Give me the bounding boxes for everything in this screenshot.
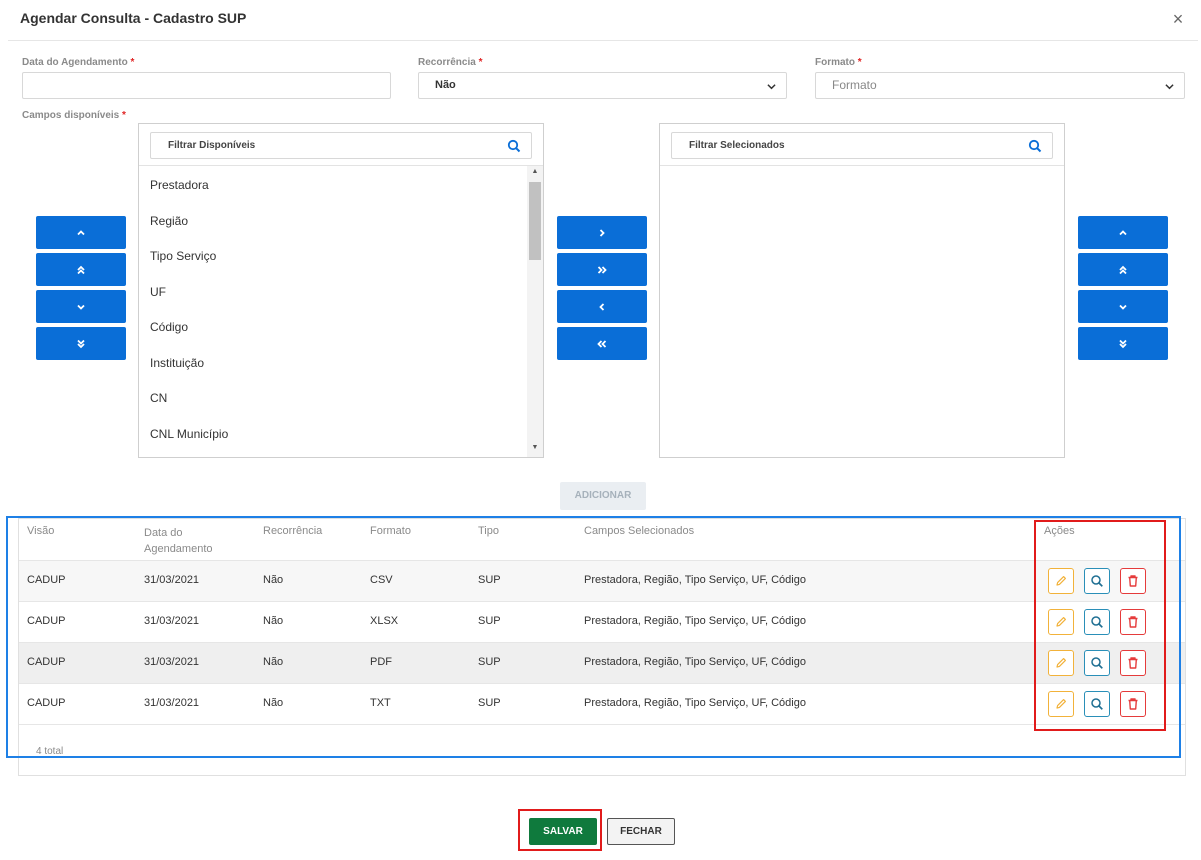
move-down-left-button[interactable] [36, 290, 126, 323]
available-list-item[interactable]: Código [150, 320, 188, 334]
chevron-left-icon [599, 302, 605, 311]
filter-selected-input[interactable]: Filtrar Selecionados [671, 132, 1053, 159]
scroll-up-icon[interactable]: ▲ [528, 168, 542, 175]
available-list-item[interactable]: CNL Município [150, 427, 228, 441]
available-list-item[interactable]: CN [150, 391, 167, 405]
chevron-down-icon [767, 73, 776, 101]
move-left-button[interactable] [557, 290, 647, 323]
scroll-down-icon[interactable]: ▼ [528, 444, 542, 451]
formato-label: Formato * [815, 57, 862, 68]
move-bottom-left-button[interactable] [36, 327, 126, 360]
list-divider [139, 165, 543, 166]
available-list-item[interactable]: Tipo Serviço [150, 249, 216, 263]
close-icon[interactable]: × [1167, 8, 1189, 30]
data-agendamento-input[interactable] [22, 72, 391, 99]
available-list-item[interactable]: Prestadora [150, 178, 209, 192]
filter-available-input[interactable]: Filtrar Disponíveis [150, 132, 532, 159]
recorrencia-select[interactable]: Não [418, 72, 787, 99]
move-down-right-button[interactable] [1078, 290, 1168, 323]
double-chevron-up-icon [77, 265, 85, 274]
close-button[interactable]: FECHAR [607, 818, 675, 845]
title-divider [8, 40, 1198, 41]
move-right-button[interactable] [557, 216, 647, 249]
chevron-right-icon [599, 228, 605, 237]
available-fields-list[interactable]: Filtrar Disponíveis Prestadora Região Tipo… [138, 123, 544, 458]
chevron-down-icon [1165, 73, 1174, 101]
move-all-left-button[interactable] [557, 327, 647, 360]
formato-placeholder: Formato [832, 78, 877, 92]
table-highlight-frame [6, 516, 1181, 758]
list-divider [660, 165, 1064, 166]
formato-select[interactable]: Formato [815, 72, 1185, 99]
chevron-down-icon [77, 304, 85, 310]
selected-fields-list[interactable]: Filtrar Selecionados [659, 123, 1065, 458]
double-chevron-down-icon [1119, 339, 1127, 348]
move-top-left-button[interactable] [36, 253, 126, 286]
chevron-down-icon [1119, 304, 1127, 310]
search-icon[interactable] [507, 139, 521, 153]
move-up-left-button[interactable] [36, 216, 126, 249]
move-up-right-button[interactable] [1078, 216, 1168, 249]
chevron-up-icon [77, 229, 85, 235]
chevron-up-icon [1119, 229, 1127, 235]
double-chevron-down-icon [77, 339, 85, 348]
actions-highlight-frame [1034, 520, 1166, 731]
search-icon[interactable] [1028, 139, 1042, 153]
recorrencia-label: Recorrência * [418, 57, 483, 68]
recorrencia-value: Não [435, 79, 456, 91]
double-chevron-right-icon [597, 265, 607, 274]
double-chevron-left-icon [597, 339, 607, 348]
available-list-item[interactable]: Instituição [150, 356, 204, 370]
add-button[interactable]: ADICIONAR [560, 482, 646, 510]
move-bottom-right-button[interactable] [1078, 327, 1168, 360]
move-top-right-button[interactable] [1078, 253, 1168, 286]
modal-title: Agendar Consulta - Cadastro SUP [20, 10, 247, 26]
available-scrollbar[interactable]: ▲ ▼ [527, 166, 543, 457]
available-list-item[interactable]: UF [150, 285, 166, 299]
campos-disponiveis-label: Campos disponíveis * [22, 110, 126, 121]
move-all-right-button[interactable] [557, 253, 647, 286]
available-list-item[interactable]: Região [150, 214, 188, 228]
scroll-thumb[interactable] [529, 182, 541, 260]
save-button[interactable]: SALVAR [529, 818, 597, 845]
double-chevron-up-icon [1119, 265, 1127, 274]
data-agendamento-label: Data do Agendamento * [22, 57, 135, 68]
